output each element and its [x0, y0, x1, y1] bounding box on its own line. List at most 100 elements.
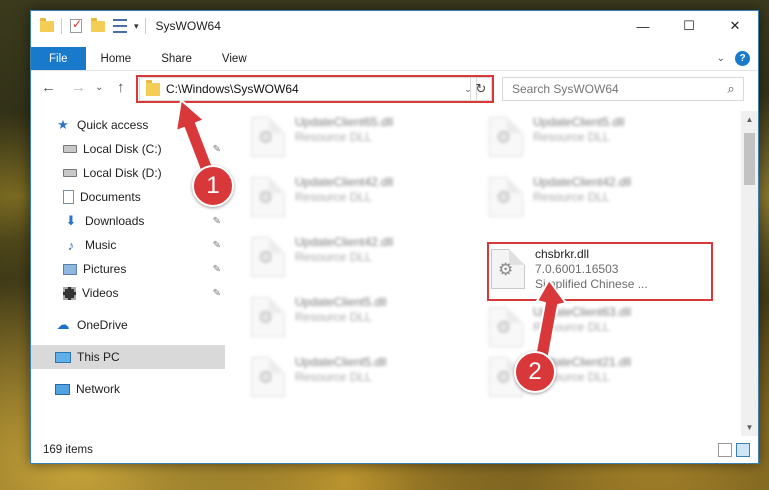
file-description: Resource DLL	[295, 370, 372, 384]
pin-icon: ✎	[212, 263, 221, 275]
file-item[interactable]: UpdateClient5.dllResource DLL	[251, 293, 481, 347]
file-item[interactable]: UpdateClient42.dllResource DLL	[489, 173, 719, 227]
tab-home[interactable]: Home	[86, 47, 147, 70]
file-name: UpdateClient42.dll	[295, 235, 394, 249]
dll-file-icon	[251, 177, 285, 217]
file-description: Resource DLL	[295, 130, 372, 144]
pin-icon: ✎	[212, 287, 221, 299]
customize-qat-icon[interactable]	[112, 18, 128, 34]
toolbar-divider	[144, 18, 146, 34]
document-icon	[63, 190, 74, 204]
minimize-button[interactable]: —	[620, 11, 666, 41]
pc-icon	[55, 351, 71, 363]
navigation-pane: ★ Quick access Local Disk (C:) ✎ Local D…	[31, 111, 225, 421]
pictures-icon	[63, 263, 77, 275]
file-name: UpdateClient65.dll	[295, 115, 394, 129]
sidebar-item-this-pc[interactable]: This PC	[31, 345, 225, 369]
file-name: UpdateClient5.dll	[295, 355, 387, 369]
file-description: Resource DLL	[295, 190, 372, 204]
file-item[interactable]: UpdateClient65.dllResource DLL	[251, 113, 481, 167]
step-1-badge: 1	[192, 165, 234, 207]
folder-icon	[39, 17, 55, 34]
sidebar-item-onedrive[interactable]: ☁ OneDrive	[31, 313, 225, 337]
file-list: UpdateClient65.dllResource DLL UpdateCli…	[227, 111, 742, 436]
file-name: UpdateClient42.dll	[295, 175, 394, 189]
scroll-thumb[interactable]	[744, 133, 755, 185]
sidebar-item-label: Downloads	[85, 214, 145, 228]
file-name: UpdateClient63.dll	[533, 305, 632, 319]
tab-file[interactable]: File	[31, 47, 86, 70]
sidebar-item-label: Local Disk (D:)	[83, 166, 162, 180]
dll-file-icon	[251, 357, 285, 397]
network-icon	[55, 383, 70, 395]
tiles-view-icon[interactable]	[736, 443, 750, 457]
music-icon: ♪	[67, 237, 75, 253]
sidebar-item-network[interactable]: Network	[31, 377, 225, 401]
vertical-scrollbar[interactable]: ▲ ▼	[741, 111, 758, 436]
file-description: Resource DLL	[533, 190, 610, 204]
scroll-up-icon[interactable]: ▲	[741, 111, 758, 128]
star-icon: ★	[57, 117, 69, 132]
quick-access-toolbar: ▾ SysWOW64	[31, 11, 221, 41]
file-highlight-box	[487, 242, 713, 301]
maximize-button[interactable]: ☐	[666, 11, 712, 41]
sidebar-item-label: Videos	[82, 286, 119, 300]
sidebar-item-downloads[interactable]: ⬇ Downloads ✎	[31, 209, 225, 233]
sidebar-item-label: Quick access	[77, 118, 149, 132]
file-item[interactable]: UpdateClient42.dllResource DLL	[251, 173, 481, 227]
window-controls: — ☐ ✕	[620, 11, 758, 41]
sidebar-item-local-disk-c[interactable]: Local Disk (C:) ✎	[31, 137, 225, 161]
download-icon: ⬇	[65, 213, 77, 228]
tab-share[interactable]: Share	[146, 47, 207, 70]
search-icon[interactable]: ⌕	[719, 81, 743, 97]
sidebar-item-label: Documents	[80, 190, 141, 204]
videos-icon	[63, 286, 76, 300]
sidebar-item-pictures[interactable]: Pictures ✎	[31, 257, 225, 281]
file-item[interactable]: UpdateClient5.dllResource DLL	[251, 353, 481, 407]
sidebar-item-label: Local Disk (C:)	[83, 142, 162, 156]
dll-file-icon	[251, 237, 285, 277]
sidebar-item-videos[interactable]: Videos ✎	[31, 281, 225, 305]
sidebar-item-quick-access[interactable]: ★ Quick access	[31, 113, 225, 137]
file-item[interactable]: UpdateClient63.dllResource DLL	[489, 303, 719, 357]
sidebar-item-label: Music	[85, 238, 117, 252]
file-name: UpdateClient5.dll	[295, 295, 387, 309]
file-description: Resource DLL	[533, 320, 610, 334]
disk-icon	[63, 169, 77, 177]
file-name: UpdateClient5.dll	[533, 115, 625, 129]
details-view-icon[interactable]	[718, 443, 732, 457]
up-button[interactable]: ↑	[117, 79, 125, 96]
search-input[interactable]	[512, 82, 719, 96]
sidebar-item-music[interactable]: ♪ Music ✎	[31, 233, 225, 257]
file-item[interactable]: UpdateClient5.dllResource DLL	[489, 113, 719, 167]
sidebar-item-label: OneDrive	[77, 318, 128, 332]
expand-ribbon-icon[interactable]: ⌄	[717, 53, 725, 64]
dll-file-icon	[251, 117, 285, 157]
search-box[interactable]: ⌕	[502, 77, 744, 101]
file-item[interactable]: UpdateClient42.dllResource DLL	[251, 233, 481, 287]
file-name: UpdateClient42.dll	[533, 175, 632, 189]
address-highlight-box	[136, 75, 494, 103]
file-description: Resource DLL	[295, 250, 372, 264]
view-toggles	[718, 443, 750, 457]
dll-file-icon	[489, 307, 523, 347]
help-icon[interactable]: ?	[735, 51, 750, 66]
scroll-down-icon[interactable]: ▼	[741, 419, 758, 436]
item-count: 169 items	[43, 444, 93, 456]
recent-locations-button[interactable]: ⌄	[95, 82, 103, 93]
tab-view[interactable]: View	[207, 47, 262, 70]
back-button[interactable]: ←	[41, 79, 56, 96]
forward-button[interactable]: →	[71, 79, 86, 96]
properties-check-icon[interactable]	[68, 17, 84, 34]
sidebar-item-label: This PC	[77, 350, 120, 364]
new-folder-icon[interactable]	[90, 17, 106, 34]
dll-file-icon	[251, 297, 285, 337]
pin-icon: ✎	[212, 143, 221, 155]
qat-dropdown-icon[interactable]: ▾	[134, 21, 139, 32]
onedrive-icon: ☁	[56, 317, 70, 332]
step-2-badge: 2	[514, 351, 556, 393]
file-description: Resource DLL	[533, 130, 610, 144]
ribbon-right-controls: ⌄ ?	[717, 47, 758, 70]
file-description: Resource DLL	[295, 310, 372, 324]
close-button[interactable]: ✕	[712, 11, 758, 41]
